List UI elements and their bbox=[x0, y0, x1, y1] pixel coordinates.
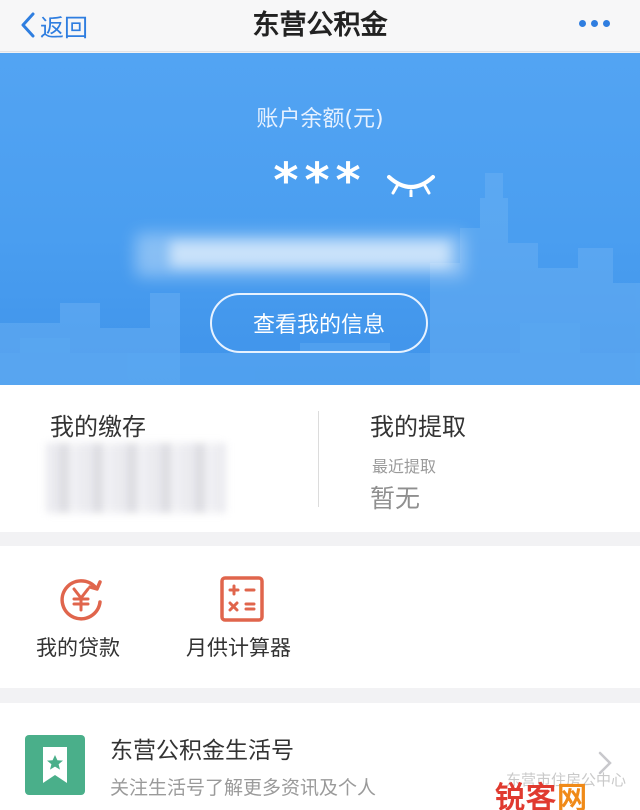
calculator-icon bbox=[220, 576, 264, 622]
watermark-logo: 锐客网 bbox=[495, 781, 588, 810]
life-account-title: 东营公积金生活号 bbox=[110, 738, 294, 764]
masked-balance: *** bbox=[273, 153, 367, 209]
services-grid: 我的贷款 月供计算器 bbox=[0, 546, 640, 688]
recent-withdraw-label: 最近提取 bbox=[372, 457, 437, 476]
more-dot-icon bbox=[579, 20, 586, 27]
life-account-card[interactable]: 东营公积金生活号 关注生活号了解更多资讯及个人 东营市住房公中心 锐客网 bbox=[0, 703, 640, 810]
blurred-deposit-value bbox=[46, 443, 226, 513]
yen-circle-icon bbox=[60, 579, 102, 621]
balance-hero: 账户余额(元) *** 查看我的信息 bbox=[0, 53, 640, 385]
balance-label: 账户余额(元) bbox=[256, 107, 384, 132]
closed-eye-icon[interactable] bbox=[385, 171, 437, 197]
divider bbox=[318, 411, 319, 507]
my-loan-button[interactable]: 我的贷款 bbox=[36, 546, 128, 688]
blurred-account-info bbox=[170, 241, 450, 267]
my-loan-label: 我的贷款 bbox=[36, 636, 120, 660]
monthly-payment-calculator-label: 月供计算器 bbox=[186, 636, 291, 660]
page-title: 东营公积金 bbox=[252, 10, 388, 41]
more-dot-icon bbox=[591, 20, 598, 27]
deposit-withdraw-panel: 我的缴存 我的提取 最近提取 暂无 bbox=[0, 385, 640, 532]
more-menu-button[interactable] bbox=[579, 20, 610, 27]
more-dot-icon bbox=[603, 20, 610, 27]
my-deposit-title[interactable]: 我的缴存 bbox=[50, 407, 146, 442]
life-account-subtitle: 关注生活号了解更多资讯及个人 bbox=[110, 777, 377, 799]
navigation-bar: 返回 东营公积金 bbox=[0, 0, 640, 52]
my-withdraw-title[interactable]: 我的提取 bbox=[370, 407, 466, 442]
monthly-payment-calculator-button[interactable]: 月供计算器 bbox=[186, 546, 298, 688]
recent-withdraw-value: 暂无 bbox=[370, 484, 421, 513]
view-my-info-button[interactable]: 查看我的信息 bbox=[210, 293, 428, 353]
bookmark-star-icon bbox=[25, 735, 85, 795]
